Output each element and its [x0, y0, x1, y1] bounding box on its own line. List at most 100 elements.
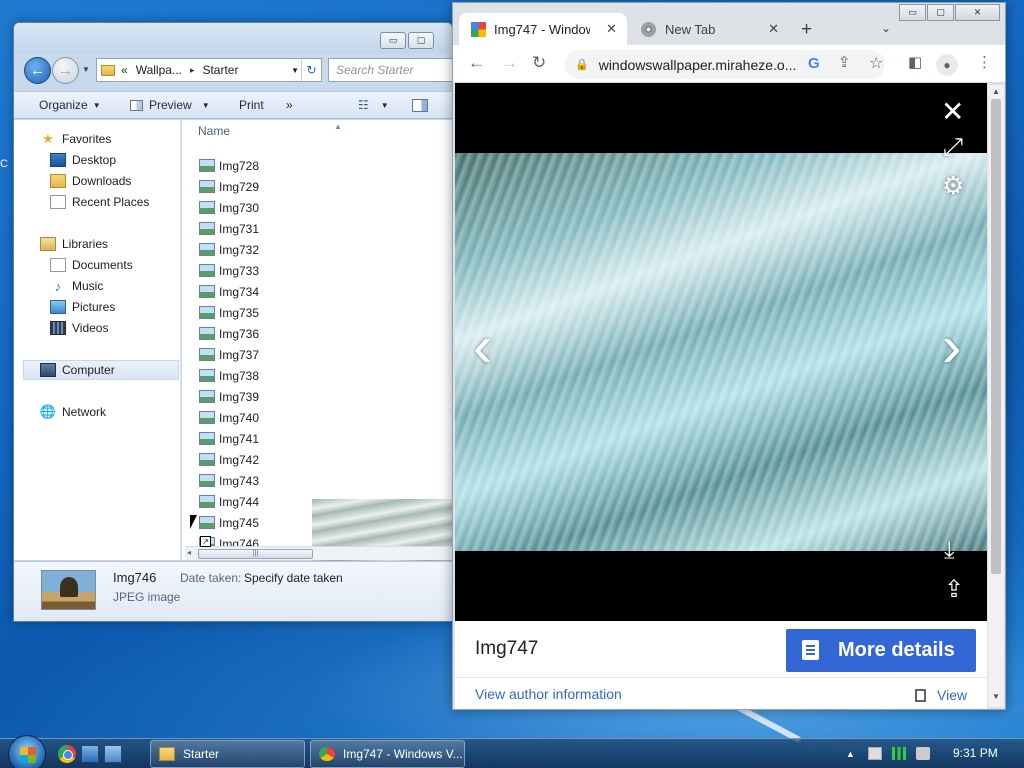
- search-input[interactable]: Search Starter: [328, 58, 452, 82]
- breadcrumb-starter[interactable]: Starter: [202, 63, 238, 77]
- file-list-item[interactable]: Img732: [199, 239, 319, 260]
- file-list-item[interactable]: Img742: [199, 449, 319, 470]
- download-icon[interactable]: ⤓: [944, 537, 955, 565]
- close-viewer-icon[interactable]: ✕: [941, 95, 964, 128]
- file-name: Img733: [219, 263, 260, 278]
- previous-image-chevron-icon[interactable]: ‹: [473, 318, 492, 376]
- url-bar[interactable]: 🔒 windowswallpaper.miraheze.o...: [565, 50, 885, 79]
- nav-computer[interactable]: Computer: [23, 360, 179, 380]
- scrollbar-thumb[interactable]: [991, 99, 1001, 574]
- address-bar[interactable]: « Wallpa... ▸ Starter ▼ ↻: [96, 58, 322, 82]
- view-file-link[interactable]: View: [915, 687, 967, 703]
- show-hidden-icons-arrow-icon[interactable]: ▲: [846, 749, 855, 759]
- taskbar-explorer-task[interactable]: Starter: [150, 740, 305, 768]
- preview-pane-button[interactable]: [412, 99, 428, 112]
- pinned-chrome-icon[interactable]: [58, 745, 76, 763]
- chrome-minimize-button[interactable]: ▭: [899, 4, 926, 21]
- volume-muted-icon[interactable]: [916, 747, 930, 760]
- file-list-item[interactable]: Img738: [199, 365, 319, 386]
- file-list-item[interactable]: Img734: [199, 281, 319, 302]
- chrome-maximize-button[interactable]: ▢: [927, 4, 954, 21]
- side-panel-icon[interactable]: ◧: [908, 53, 922, 71]
- file-list-item[interactable]: Img741: [199, 428, 319, 449]
- vertical-scrollbar[interactable]: ▲ ▼: [988, 85, 1004, 707]
- share-icon[interactable]: ⇪: [838, 53, 851, 71]
- file-list-item[interactable]: Img735: [199, 302, 319, 323]
- scroll-up-icon[interactable]: ▲: [992, 87, 1000, 96]
- scroll-left-icon[interactable]: ◂: [187, 548, 191, 557]
- network-signal-icon[interactable]: [892, 747, 906, 760]
- forward-arrow-icon[interactable]: →: [501, 53, 518, 73]
- file-list-item[interactable]: Img728: [199, 155, 319, 176]
- nav-network[interactable]: 🌐 Network: [40, 402, 205, 422]
- explorer-titlebar[interactable]: ▭ ▢: [14, 23, 452, 53]
- bookmark-star-icon[interactable]: ☆: [869, 53, 883, 73]
- clock[interactable]: 9:31 PM: [953, 746, 998, 760]
- change-view-button[interactable]: ☷ ▼: [358, 98, 389, 112]
- waterfall-photo[interactable]: [455, 153, 987, 551]
- nav-favorites[interactable]: ★ Favorites: [40, 129, 205, 149]
- file-list-item[interactable]: Img730: [199, 197, 319, 218]
- taskbar-chrome-task[interactable]: Img747 - Windows V...: [310, 740, 465, 768]
- file-list-item[interactable]: Img731: [199, 218, 319, 239]
- author-row: View author information View: [455, 677, 987, 709]
- nav-recent-places-label: Recent Places: [72, 195, 150, 209]
- horizontal-scrollbar[interactable]: ◂ |||: [185, 546, 452, 560]
- file-name: Img737: [219, 347, 260, 362]
- back-button[interactable]: ←: [24, 57, 51, 84]
- tab-new-tab[interactable]: New Tab ✕: [629, 13, 789, 45]
- pinned-show-desktop-icon[interactable]: [104, 745, 122, 763]
- file-list-item[interactable]: Img739: [199, 386, 319, 407]
- nav-computer-label: Computer: [62, 363, 115, 377]
- details-date-taken-value[interactable]: Specify date taken: [244, 571, 343, 585]
- fullscreen-expand-icon[interactable]: ⤢: [943, 133, 963, 162]
- file-list-item[interactable]: Img743: [199, 470, 319, 491]
- tab-img747[interactable]: Img747 - Window ✕: [459, 13, 627, 45]
- tab-search-icon[interactable]: ⌄: [881, 21, 891, 35]
- action-center-flag-icon[interactable]: [868, 747, 882, 760]
- address-dropdown-icon[interactable]: ▼: [291, 66, 299, 75]
- tab-close-icon[interactable]: ✕: [606, 21, 617, 37]
- breadcrumb-overflow[interactable]: «: [121, 63, 128, 77]
- file-name: Img738: [219, 368, 260, 383]
- file-list-item[interactable]: Img740: [199, 407, 319, 428]
- pinned-explorer-icon[interactable]: [81, 745, 99, 763]
- organize-button[interactable]: Organize ▼: [39, 98, 101, 112]
- name-column-header[interactable]: Name ▲: [198, 122, 342, 138]
- google-lens-icon[interactable]: G: [808, 55, 820, 72]
- new-tab-button[interactable]: +: [801, 19, 812, 41]
- preview-button[interactable]: Preview ▼: [130, 98, 210, 112]
- kebab-menu-icon[interactable]: ⋮: [977, 53, 992, 71]
- explorer-minimize-button[interactable]: ▭: [380, 32, 406, 49]
- lock-icon[interactable]: 🔒: [575, 58, 589, 71]
- nav-libraries[interactable]: Libraries: [40, 234, 205, 254]
- more-commands-button[interactable]: »: [286, 98, 293, 112]
- file-list-item[interactable]: Img744: [199, 491, 319, 512]
- print-button[interactable]: Print: [239, 98, 264, 112]
- view-author-link[interactable]: View author information: [475, 686, 622, 702]
- explorer-maximize-button[interactable]: ▢: [408, 32, 434, 49]
- file-list-item[interactable]: Img733: [199, 260, 319, 281]
- file-list-item[interactable]: Img736: [199, 323, 319, 344]
- scroll-down-icon[interactable]: ▼: [992, 692, 1000, 701]
- start-button[interactable]: [8, 735, 46, 768]
- share-out-icon[interactable]: ⇪: [944, 575, 964, 604]
- settings-gear-icon[interactable]: ⚙: [942, 171, 964, 201]
- forward-button[interactable]: →: [52, 57, 79, 84]
- scrollbar-thumb[interactable]: |||: [198, 549, 313, 559]
- tab-close-icon[interactable]: ✕: [768, 21, 779, 37]
- breadcrumb-separator-icon[interactable]: ▸: [190, 65, 195, 76]
- back-arrow-icon[interactable]: ←: [468, 53, 485, 73]
- tab-title: Img747 - Window: [494, 21, 590, 37]
- chrome-close-button[interactable]: ✕: [955, 4, 1000, 21]
- file-list-item[interactable]: Img729: [199, 176, 319, 197]
- refresh-icon[interactable]: ↻: [301, 59, 321, 81]
- file-list-item[interactable]: Img737: [199, 344, 319, 365]
- next-image-chevron-icon[interactable]: ›: [942, 318, 961, 376]
- reload-icon[interactable]: ↻: [532, 53, 546, 73]
- file-list-item[interactable]: Img745: [199, 512, 319, 533]
- breadcrumb-wallpapers[interactable]: Wallpa...: [136, 63, 182, 77]
- more-details-button[interactable]: More details: [786, 629, 976, 672]
- profile-avatar-icon[interactable]: ●: [936, 54, 958, 76]
- recent-pages-dropdown-icon[interactable]: ▼: [82, 65, 90, 74]
